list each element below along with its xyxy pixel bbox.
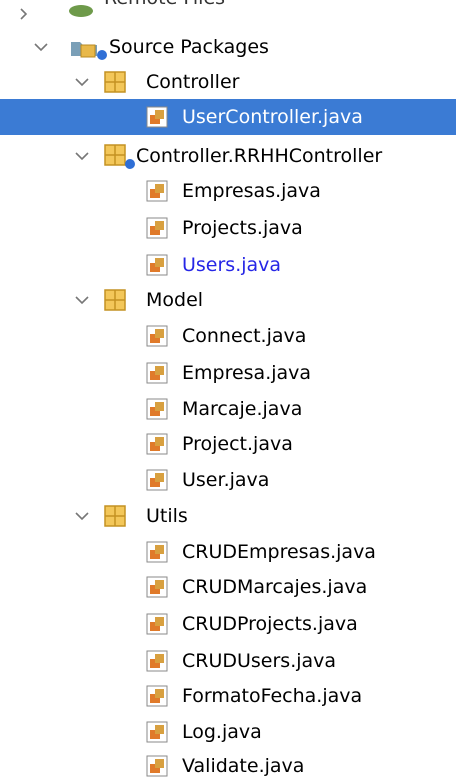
java-file-icon	[146, 755, 168, 777]
tree-node-user-java[interactable]: User.java	[0, 462, 456, 498]
tree-node-label: FormatoFecha.java	[182, 685, 363, 707]
tree-node-usercontroller-java[interactable]: UserController.java	[0, 99, 456, 135]
tree-node-projects-java[interactable]: Projects.java	[0, 210, 456, 246]
tree-node-label: CRUDProjects.java	[182, 613, 358, 635]
tree-node-label: Controller	[146, 71, 240, 93]
chevron-down-icon[interactable]	[74, 74, 90, 90]
java-file-icon	[146, 106, 168, 128]
tree-node-log-java[interactable]: Log.java	[0, 714, 456, 750]
tree-node-label: Connect.java	[182, 325, 307, 347]
java-file-icon	[146, 325, 168, 347]
chevron-down-icon[interactable]	[33, 39, 49, 55]
tree-node-label: Log.java	[182, 721, 262, 743]
tree-node-project-java[interactable]: Project.java	[0, 426, 456, 462]
tree-node-label: Utils	[146, 505, 188, 527]
tree-node-source-packages[interactable]: Source Packages	[0, 29, 456, 65]
tree-node-label: Projects.java	[182, 217, 303, 239]
tree-node-controller-rrhhcontroller[interactable]: Controller.RRHHController	[0, 138, 456, 174]
java-file-icon	[146, 650, 168, 672]
project-tree: Remote Files Source Packages Controller	[0, 0, 456, 778]
java-file-icon	[146, 433, 168, 455]
source-packages-icon	[71, 42, 107, 60]
java-file-icon	[146, 613, 168, 635]
chevron-down-icon[interactable]	[74, 148, 90, 164]
tree-node-crudusers-java[interactable]: CRUDUsers.java	[0, 643, 456, 679]
tree-node-users-java[interactable]: Users.java	[0, 247, 456, 283]
tree-node-label: Marcaje.java	[182, 398, 303, 420]
java-file-icon	[146, 541, 168, 563]
tree-node-remote-files[interactable]: Remote Files	[0, 0, 456, 32]
java-file-icon	[146, 721, 168, 743]
java-file-icon	[146, 685, 168, 707]
package-badged-icon	[104, 144, 135, 169]
chevron-right-icon[interactable]	[18, 7, 48, 21]
tree-node-crudprojects-java[interactable]: CRUDProjects.java	[0, 606, 456, 642]
java-file-icon	[146, 180, 168, 202]
tree-node-label: Model	[146, 289, 204, 311]
tree-node-label: Source Packages	[109, 36, 269, 58]
tree-node-label: Users.java	[182, 254, 282, 276]
package-icon	[104, 505, 126, 527]
tree-node-label: CRUDMarcajes.java	[182, 576, 368, 598]
package-icon	[104, 71, 126, 93]
java-file-icon	[146, 217, 168, 239]
tree-node-crudempresas-java[interactable]: CRUDEmpresas.java	[0, 534, 456, 570]
java-file-icon	[146, 398, 168, 420]
tree-node-label: Controller.RRHHController	[136, 145, 383, 167]
chevron-down-icon[interactable]	[74, 508, 90, 524]
tree-node-empresas-java[interactable]: Empresas.java	[0, 173, 456, 209]
tree-node-label: CRUDEmpresas.java	[182, 541, 376, 563]
package-icon	[104, 289, 126, 311]
tree-node-controller[interactable]: Controller	[0, 64, 456, 100]
tree-node-label: User.java	[182, 469, 270, 491]
tree-node-label: UserController.java	[182, 106, 363, 128]
tree-node-connect-java[interactable]: Connect.java	[0, 318, 456, 354]
java-file-icon	[146, 469, 168, 491]
tree-node-utils[interactable]: Utils	[0, 498, 456, 534]
tree-node-empresa-java[interactable]: Empresa.java	[0, 355, 456, 391]
java-file-icon	[146, 576, 168, 598]
java-file-icon	[146, 362, 168, 384]
tree-node-label: CRUDUsers.java	[182, 650, 337, 672]
tree-node-label: Validate.java	[182, 755, 305, 777]
remote-files-icon	[69, 5, 93, 17]
tree-node-label: Project.java	[182, 433, 293, 455]
tree-node-validate-java[interactable]: Validate.java	[0, 748, 456, 784]
tree-node-crudmarcajes-java[interactable]: CRUDMarcajes.java	[0, 569, 456, 605]
tree-node-label: Remote Files	[104, 0, 225, 16]
chevron-down-icon[interactable]	[74, 292, 90, 308]
tree-node-marcaje-java[interactable]: Marcaje.java	[0, 391, 456, 427]
tree-node-formatofecha-java[interactable]: FormatoFecha.java	[0, 678, 456, 714]
java-file-icon	[146, 254, 168, 276]
tree-node-label: Empresa.java	[182, 362, 312, 384]
tree-node-label: Empresas.java	[182, 180, 321, 202]
tree-node-model[interactable]: Model	[0, 282, 456, 318]
